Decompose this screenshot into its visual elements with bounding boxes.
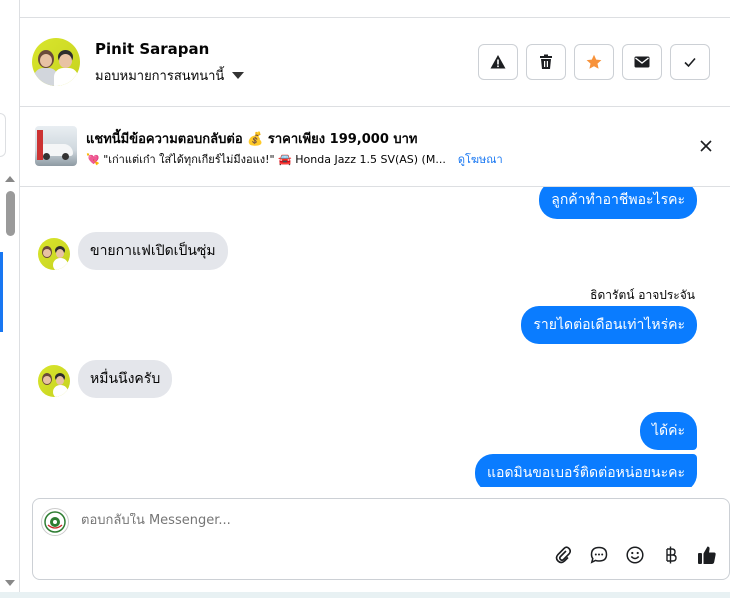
contact-avatar-small[interactable] <box>38 365 70 397</box>
scroll-down-arrow-icon[interactable] <box>5 580 15 586</box>
assign-conversation-dropdown[interactable]: มอบหมายการสนทนานี้ <box>95 65 245 86</box>
contact-avatar[interactable] <box>32 38 80 86</box>
contact-name[interactable]: Pinit Sarapan <box>95 40 209 58</box>
ad-title: แชทนี้มีข้อความตอบกลับต่อ 💰 ราคาเพียง 19… <box>86 132 418 147</box>
mail-icon <box>634 56 650 68</box>
delete-button[interactable] <box>526 44 566 80</box>
active-indicator <box>0 252 3 332</box>
trash-icon <box>540 54 552 69</box>
check-icon <box>684 57 696 68</box>
payment-button[interactable] <box>661 545 681 565</box>
ad-thumbnail[interactable] <box>35 126 77 166</box>
mark-done-button[interactable] <box>670 44 710 80</box>
emoji-button[interactable] <box>625 545 645 565</box>
baht-icon <box>666 546 677 564</box>
rail-notch <box>0 113 6 157</box>
conversation-header: Pinit Sarapan มอบหมายการสนทนานี้ <box>20 18 730 107</box>
like-button[interactable] <box>697 545 717 565</box>
message-bubble-outgoing[interactable]: แอดมินขอเบอร์ติดต่อหน่อยนะคะ <box>475 454 697 487</box>
attachment-button[interactable] <box>553 545 573 565</box>
view-ad-link[interactable]: ดูโฆษณา <box>458 150 503 168</box>
star-button[interactable] <box>574 44 614 80</box>
message-bubble-outgoing[interactable]: ลูกค้าทำอาชีพอะไรคะ <box>539 187 697 219</box>
caret-down-icon <box>232 72 245 79</box>
message-bubble-outgoing[interactable]: รายไดต่อเดือนเท่าไหร่คะ <box>521 306 697 344</box>
mark-unread-button[interactable] <box>622 44 662 80</box>
emoji-icon <box>626 546 644 564</box>
message-bubble-incoming[interactable]: หมื่นนึงครับ <box>78 360 173 398</box>
bottom-strip <box>0 592 730 598</box>
star-icon <box>586 54 602 69</box>
thumbs-up-icon <box>698 546 716 564</box>
reply-input[interactable] <box>81 513 581 528</box>
report-spam-button[interactable] <box>478 44 518 80</box>
message-bubble-incoming[interactable]: ขายกาแฟเปิดเป็นซุ่ม <box>78 232 228 270</box>
close-icon[interactable] <box>698 138 714 154</box>
scroll-up-arrow-icon[interactable] <box>5 176 15 182</box>
page-avatar <box>41 508 69 536</box>
ad-context-banner: แชทนี้มีข้อความตอบกลับต่อ 💰 ราคาเพียง 19… <box>20 107 730 187</box>
sender-name: ธิดารัตน์ อาจประจัน <box>590 288 695 302</box>
ad-subtitle: 💘 "เก่าแต่เก๋า ใส่ได้ทุกเกียร์ไม่มีงอแง!… <box>86 153 446 166</box>
attachment-icon <box>555 546 571 564</box>
reply-composer <box>32 498 730 580</box>
assign-label: มอบหมายการสนทนานี้ <box>95 69 225 84</box>
left-rail <box>0 0 20 598</box>
warning-icon <box>490 55 506 69</box>
contact-avatar-small[interactable] <box>38 238 70 270</box>
message-thread: ลูกค้าทำอาชีพอะไรคะ ขายกาแฟเปิดเป็นซุ่ม … <box>20 187 730 487</box>
message-bubble-outgoing[interactable]: ได้ค่ะ <box>639 412 697 450</box>
chat-bubble-icon <box>590 546 608 564</box>
saved-reply-button[interactable] <box>589 545 609 565</box>
scrollbar-thumb[interactable] <box>6 191 15 236</box>
